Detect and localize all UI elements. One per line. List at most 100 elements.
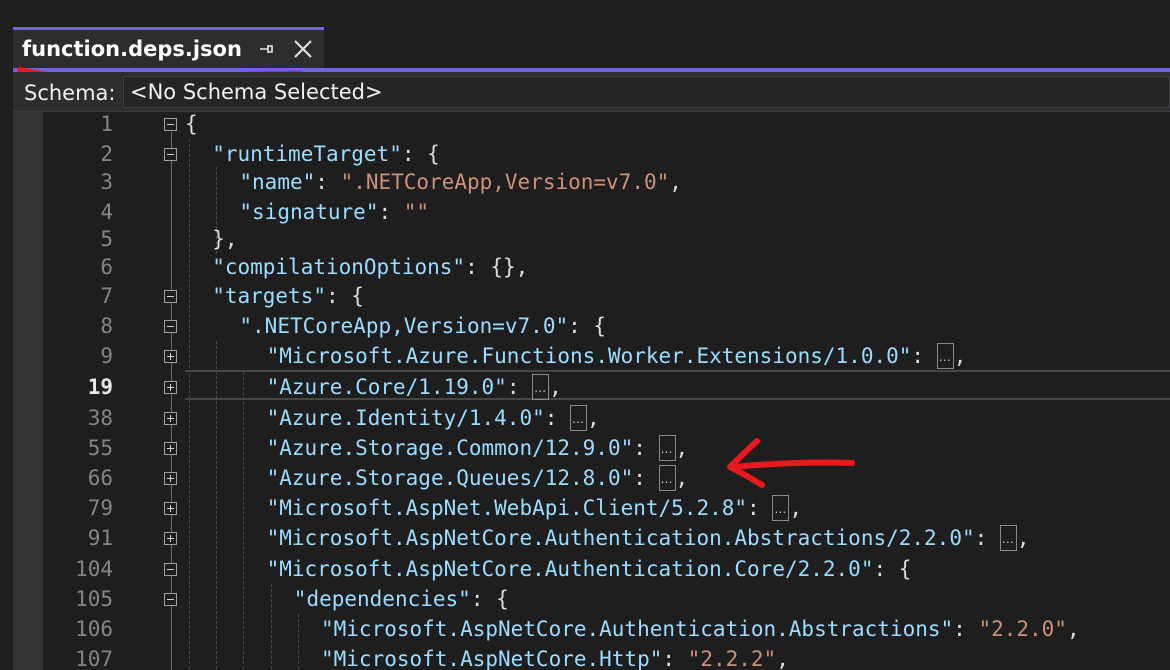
line-number: 38 (87, 406, 113, 430)
collapse-icon[interactable] (164, 593, 177, 606)
code-line[interactable]: "signature": "" (239, 197, 429, 227)
collapse-icon[interactable] (164, 563, 177, 576)
line-number: 4 (100, 200, 113, 224)
json-punctuation: , (776, 647, 789, 670)
indent-guide (189, 139, 190, 670)
indent-guide (243, 372, 245, 670)
code-line[interactable]: "Microsoft.AspNetCore.Authentication.Cor… (267, 554, 912, 584)
json-string: "" (403, 200, 430, 224)
json-punctuation: : (633, 436, 659, 460)
json-punctuation: }, (212, 227, 238, 251)
editor-margin (13, 112, 43, 670)
code-line[interactable]: "compilationOptions": {}, (212, 252, 528, 282)
json-punctuation: : { (401, 142, 440, 166)
code-line[interactable]: "Microsoft.AspNetCore.Authentication.Abs… (266, 523, 1030, 554)
collapsed-region-icon[interactable] (570, 404, 588, 434)
json-punctuation: : (953, 617, 979, 641)
code-line[interactable]: "Microsoft.Azure.Functions.Worker.Extens… (267, 341, 967, 372)
json-punctuation: , (549, 375, 562, 399)
collapsed-region-icon[interactable] (658, 464, 676, 494)
json-key: "Microsoft.AspNetCore.Http" (321, 647, 663, 670)
code-line[interactable]: "runtimeTarget": { (212, 139, 440, 169)
collapse-icon[interactable] (164, 118, 177, 131)
code-line[interactable]: "targets": { (212, 281, 364, 311)
json-punctuation: : { (325, 284, 364, 308)
json-key: "Azure.Storage.Common/12.9.0" (266, 436, 634, 460)
collapsed-region-icon[interactable] (999, 524, 1017, 554)
close-icon[interactable] (292, 38, 314, 60)
json-punctuation: , (789, 496, 802, 520)
json-key: "signature" (239, 200, 379, 224)
line-number: 19 (87, 375, 113, 399)
expand-icon[interactable] (164, 502, 177, 515)
json-key: "runtimeTarget" (212, 142, 402, 166)
document-tab[interactable]: function.deps.json (13, 27, 324, 68)
code-line[interactable]: "Azure.Identity/1.4.0": , (267, 403, 600, 434)
indent-guide (270, 584, 272, 670)
json-key: "Azure.Core/1.19.0" (266, 375, 507, 399)
collapsed-region-icon[interactable] (772, 494, 790, 524)
json-punctuation: , (1016, 526, 1030, 550)
json-punctuation: , (675, 466, 689, 490)
json-key: "name" (239, 170, 316, 194)
expand-icon[interactable] (164, 442, 177, 455)
code-line[interactable]: "Azure.Storage.Queues/12.8.0": , (267, 463, 689, 494)
schema-dropdown[interactable]: <No Schema Selected> (123, 76, 1170, 108)
code-line[interactable]: "Azure.Core/1.19.0": , (266, 372, 562, 403)
line-number: 7 (100, 284, 113, 308)
indent-guide (297, 614, 299, 670)
pin-icon[interactable] (256, 39, 276, 59)
collapse-icon[interactable] (164, 290, 177, 303)
line-number: 2 (100, 142, 113, 166)
json-punctuation: , (1066, 617, 1080, 641)
json-punctuation: : (378, 200, 404, 224)
json-key: "dependencies" (293, 587, 471, 611)
line-number: 106 (75, 617, 113, 641)
line-number: 79 (87, 496, 113, 520)
json-punctuation: : (662, 647, 688, 670)
code-line[interactable]: { (185, 112, 198, 139)
collapsed-region-icon[interactable] (936, 342, 954, 372)
code-line[interactable]: }, (212, 224, 237, 254)
json-string: "2.2.0" (978, 617, 1067, 641)
json-punctuation: : (633, 466, 659, 490)
json-punctuation: : (747, 496, 773, 520)
code-line[interactable]: "Microsoft.AspNetCore.Authentication.Abs… (321, 614, 1080, 644)
code-line[interactable]: "Microsoft.AspNet.WebApi.Client/5.2.8": … (266, 493, 802, 524)
code-line[interactable]: "Azure.Storage.Common/12.9.0": , (266, 433, 689, 464)
expand-icon[interactable] (164, 412, 177, 425)
collapsed-region-icon[interactable] (532, 373, 550, 403)
code-line[interactable]: "Microsoft.AspNetCore.Http": "2.2.2", (321, 644, 789, 670)
line-number: 6 (100, 255, 113, 279)
json-string: ".NETCoreApp,Version=v7.0" (340, 170, 670, 194)
json-punctuation: : (974, 526, 1000, 550)
line-number: 55 (87, 436, 113, 460)
code-editor[interactable]: 1{2 "runtimeTarget": {3 "name": ".NETCoreA… (13, 112, 1170, 670)
json-punctuation: , (587, 406, 600, 430)
line-number: 66 (87, 466, 113, 490)
json-key: ".NETCoreApp,Version=v7.0" (239, 314, 569, 338)
line-number: 104 (75, 557, 113, 581)
collapse-icon[interactable] (164, 148, 177, 161)
json-punctuation: : { (470, 587, 509, 611)
json-key: "Microsoft.AspNet.WebApi.Client/5.2.8" (266, 496, 748, 520)
expand-icon[interactable] (164, 350, 177, 363)
json-punctuation: : (506, 375, 533, 399)
expand-icon[interactable] (164, 472, 177, 485)
collapsed-region-icon[interactable] (658, 434, 676, 464)
schema-label: Schema: (24, 81, 116, 105)
json-punctuation: : (544, 406, 571, 430)
code-line[interactable]: "dependencies": { (294, 584, 509, 614)
json-key: "Microsoft.AspNetCore.Authentication.Cor… (266, 557, 874, 581)
json-punctuation: , (953, 344, 967, 368)
expand-icon[interactable] (164, 532, 177, 545)
tab-title[interactable]: function.deps.json (22, 37, 242, 61)
json-punctuation: : (315, 170, 341, 194)
collapse-icon[interactable] (164, 320, 177, 333)
line-number: 107 (75, 647, 113, 670)
json-punctuation: , (675, 436, 689, 460)
code-line[interactable]: "name": ".NETCoreApp,Version=v7.0", (239, 167, 682, 197)
code-line[interactable]: ".NETCoreApp,Version=v7.0": { (239, 311, 606, 341)
expand-icon[interactable] (164, 381, 177, 394)
json-key: "Microsoft.AspNetCore.Authentication.Abs… (266, 526, 975, 550)
